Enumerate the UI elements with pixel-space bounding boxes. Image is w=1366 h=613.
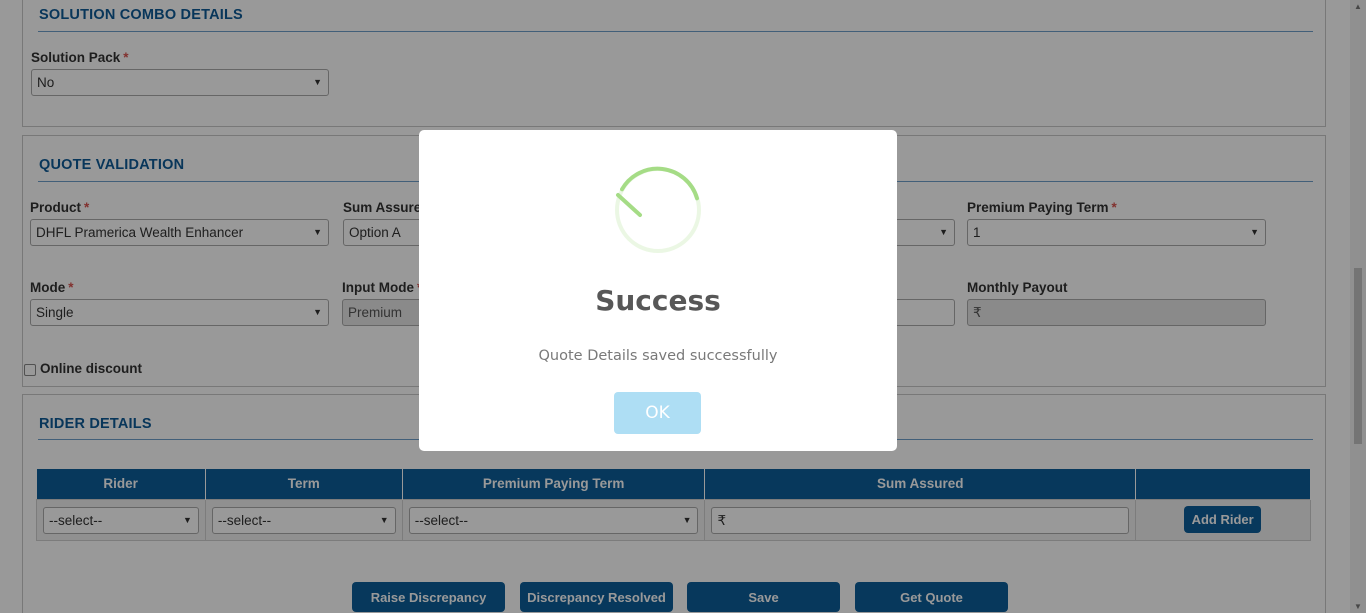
success-dialog: Success Quote Details saved successfully… <box>419 130 897 451</box>
success-check-icon <box>615 166 701 253</box>
dialog-message: Quote Details saved successfully <box>538 348 778 364</box>
ok-button[interactable]: OK <box>614 392 701 434</box>
dialog-title: Success <box>595 284 721 317</box>
